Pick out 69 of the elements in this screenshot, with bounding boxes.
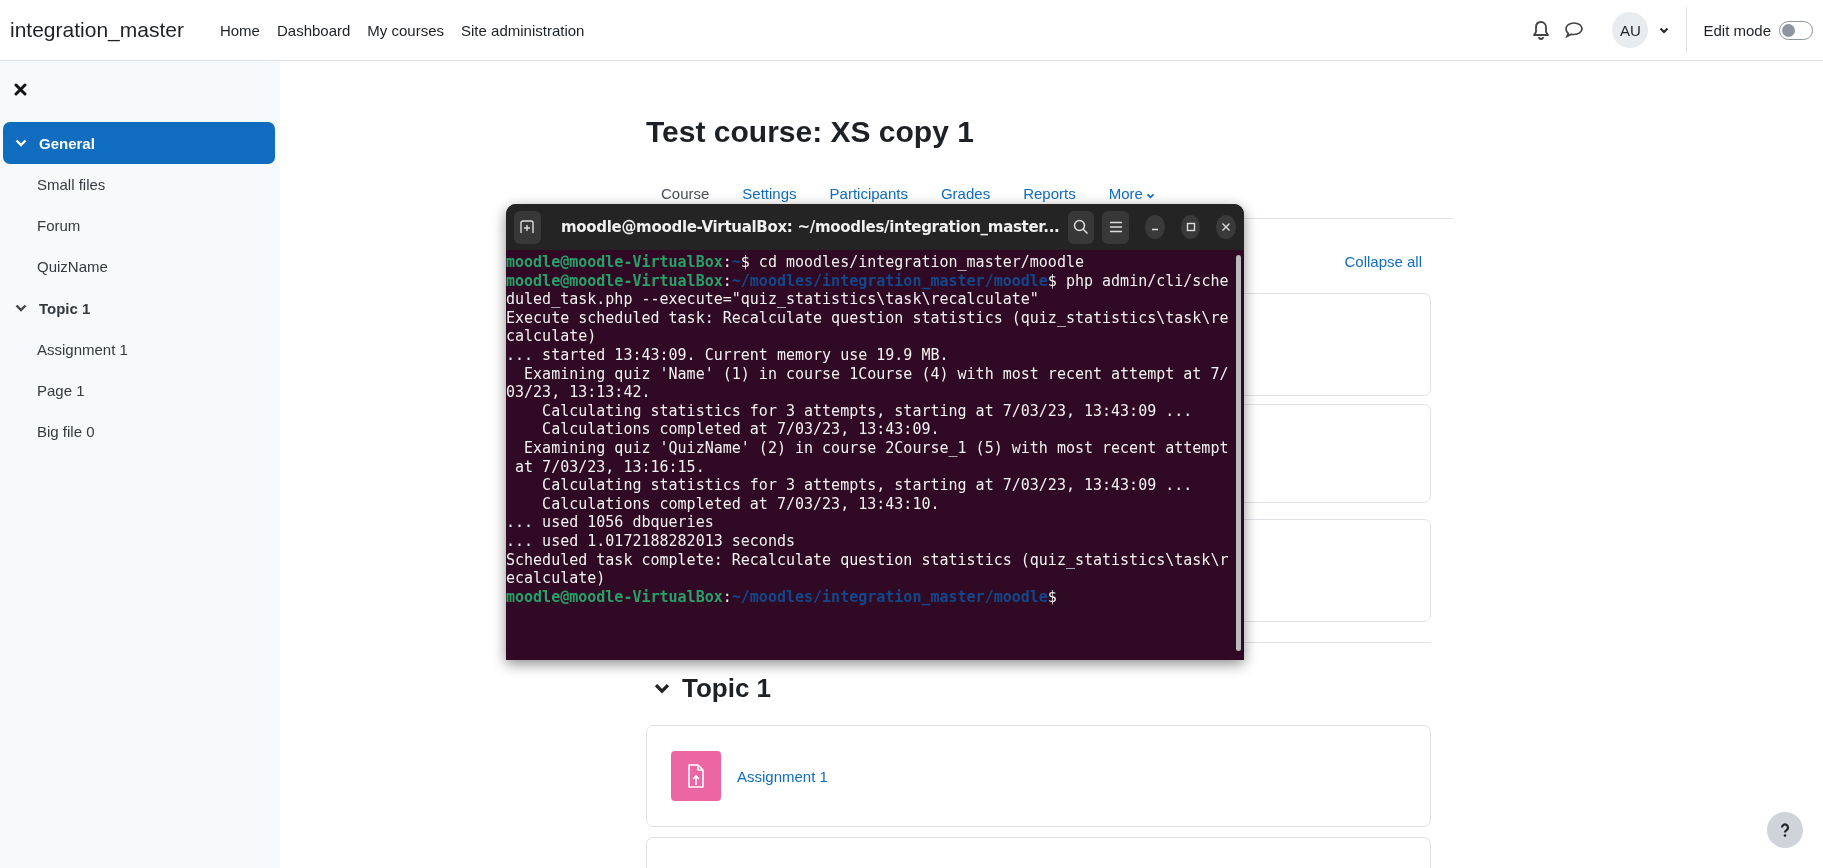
terminal-line: duled_task.php --execute="quiz_statistics\task\recalculate" xyxy=(506,290,1040,309)
terminal-line: ... started 13:43:09. Current memory use 19.9 MB. xyxy=(506,345,950,365)
terminal-line: ecalculate) xyxy=(506,569,607,588)
terminal-line: Scheduled task complete: Recalculate question statistics (quiz_statistics\task\r xyxy=(506,550,1230,570)
terminal-line: Calculations completed at 7/03/23, 13:43:10. xyxy=(541,494,941,514)
terminal-line: moodle@moodle-VirtualBox:~/moodles/integration_master/moodle$ xyxy=(506,587,1058,607)
course-tab[interactable]: More xyxy=(1108,185,1172,202)
help-button[interactable] xyxy=(1767,812,1803,848)
terminal-line: moodle@moodle-VirtualBox:~/moodles/integration_master/moodle$ php admin/cli/sche xyxy=(506,271,1230,291)
sidebar-item[interactable]: Small files xyxy=(3,164,275,205)
terminal-line: ... used 1056 dbqueries xyxy=(506,513,715,532)
terminal-line: ... used 1.0172188282013 seconds xyxy=(506,531,796,551)
terminal-line: Examining quiz 'QuizName' (2) in course 2Course_1 (5) with most recent attempt xyxy=(523,438,1230,458)
sidebar-item[interactable]: Page 1 xyxy=(3,370,275,411)
terminal-line: moodle@moodle-VirtualBox:~$ cd moodles/integration_master/moodle xyxy=(506,253,1085,272)
chevron-icon xyxy=(15,304,27,312)
maximize-button[interactable] xyxy=(1180,215,1201,239)
nav-link[interactable]: Dashboard xyxy=(276,21,351,39)
chevron-icon xyxy=(654,682,670,694)
nav-link[interactable]: Site administration xyxy=(461,21,585,39)
new-tab-button[interactable] xyxy=(514,210,541,244)
site-name[interactable]: integration_master xyxy=(10,18,184,42)
minimize-button[interactable] xyxy=(1145,215,1165,239)
chevron-icon xyxy=(15,139,27,147)
terminal-line: Calculations completed at 7/03/23, 13:43:09. xyxy=(541,420,941,439)
sidebar-item[interactable]: QuizName xyxy=(3,246,275,287)
close-icon[interactable] xyxy=(14,83,27,96)
sidebar-section[interactable]: Topic 1 xyxy=(3,287,275,329)
caret-icon xyxy=(1145,193,1155,199)
search-button[interactable] xyxy=(1067,210,1095,244)
menu-icon xyxy=(1108,221,1123,233)
course-title: Test course: XS copy 1 xyxy=(646,115,975,150)
course-tab[interactable]: Grades xyxy=(940,185,1008,202)
edit-mode-toggle[interactable] xyxy=(1779,20,1813,40)
sidebar-item[interactable]: Big file 0 xyxy=(3,411,275,452)
caret-icon[interactable] xyxy=(1659,26,1670,34)
activity-link[interactable]: Assignment 1 xyxy=(737,767,828,785)
course-tab[interactable]: Reports xyxy=(1023,185,1093,202)
course-tab[interactable]: Participants xyxy=(829,185,925,202)
search-icon xyxy=(1072,219,1089,235)
terminal-line: Calculating statistics for 3 attempts, starting at 7/03/23, 13:43:09 ... xyxy=(541,476,1194,495)
sidebar-section[interactable]: General xyxy=(3,122,275,164)
terminal-title: moodle@moodle-VirtualBox: ~/moodles/integration_master... xyxy=(559,218,1060,236)
menu-button[interactable] xyxy=(1102,210,1130,244)
sidebar-item[interactable]: Forum xyxy=(3,205,275,246)
course-tab[interactable]: Settings xyxy=(742,185,814,202)
notification-bell-icon[interactable] xyxy=(1532,20,1551,40)
collapse-all-link[interactable]: Collapse all xyxy=(1344,253,1422,277)
terminal-line: at 7/03/23, 13:16:15. xyxy=(514,457,706,477)
nav-link[interactable]: My courses xyxy=(367,21,445,39)
terminal-line: calculate) xyxy=(506,327,598,346)
nav-link[interactable]: Home xyxy=(219,21,260,39)
new-tab-icon xyxy=(520,220,535,234)
course-tab[interactable]: Course xyxy=(661,185,727,202)
user-avatar[interactable]: AU xyxy=(1612,12,1649,48)
sidebar-item[interactable]: Assignment 1 xyxy=(3,329,275,370)
close-icon xyxy=(1221,222,1232,232)
file-upload-icon xyxy=(671,751,721,801)
terminal-line: Examining quiz 'Name' (1) in course 1Course (4) with most recent attempt at 7/ xyxy=(523,364,1230,384)
terminal-line: Execute scheduled task: Recalculate question statistics (quiz_statistics\task\re xyxy=(506,308,1230,328)
maximize-icon xyxy=(1185,222,1196,232)
chat-bubble-icon[interactable] xyxy=(1564,21,1585,39)
scrollbar[interactable] xyxy=(1236,255,1241,651)
terminal-line: Calculating statistics for 3 attempts, starting at 7/03/23, 13:43:09 ... xyxy=(541,401,1194,421)
close-button[interactable] xyxy=(1216,215,1236,239)
edit-mode-label: Edit mode xyxy=(1703,21,1771,39)
terminal-line: 03/23, 13:13:42. xyxy=(506,383,652,402)
question-mark-icon xyxy=(1780,823,1790,837)
topic-heading[interactable]: Topic 1 xyxy=(654,671,772,705)
